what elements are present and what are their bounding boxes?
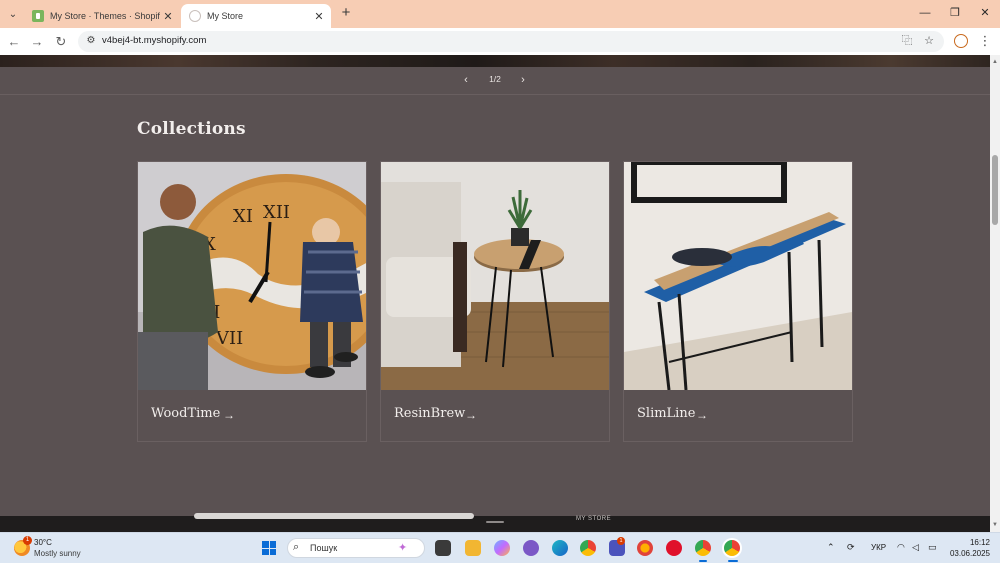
forward-button[interactable]: → xyxy=(28,33,46,51)
collection-card-woodtime[interactable]: XI XII X IX VIII VII WoodTime → xyxy=(137,161,367,442)
drag-handle[interactable] xyxy=(486,521,504,523)
tab-search-button[interactable]: ⌄ xyxy=(4,5,22,23)
collection-card-slimline[interactable]: SlimLine → xyxy=(623,161,853,442)
arrow-right-icon: → xyxy=(696,408,708,422)
search-placeholder: Пошук xyxy=(310,543,338,553)
collection-title[interactable]: WoodTime xyxy=(151,406,220,421)
collection-title[interactable]: ResinBrew xyxy=(394,406,465,421)
search-icon: ⌕ xyxy=(293,541,300,553)
hero-slideshow-image xyxy=(0,55,990,67)
store-footer-bar: MY STORE xyxy=(0,513,990,532)
volume-icon[interactable]: ◁ xyxy=(912,542,919,553)
globe-icon xyxy=(189,10,201,22)
edge-icon[interactable] xyxy=(552,540,568,556)
arrow-right-icon: → xyxy=(223,408,235,422)
windows-taskbar: 1 30°C Mostly sunny ⌕ Пошук ✦ 1 ⌃ ⟳ УКР … xyxy=(0,532,1000,563)
arrow-right-icon: → xyxy=(465,408,477,422)
profile-avatar-icon[interactable] xyxy=(954,34,968,48)
slideshow-controls: ‹ 1/2 › xyxy=(0,67,990,95)
scroll-down-arrow[interactable]: ▼ xyxy=(991,521,999,529)
address-bar[interactable]: ⚙ v4bej4-bt.myshopify.com ⿻ ☆ xyxy=(78,31,944,52)
tab-my-store[interactable]: My Store ✕ xyxy=(181,4,331,28)
copilot-spark-icon: ✦ xyxy=(398,542,408,554)
close-window-button[interactable]: ✕ xyxy=(974,4,996,22)
footer-input-bar[interactable] xyxy=(194,513,474,519)
sync-icon[interactable]: ⟳ xyxy=(847,542,855,553)
viber-icon[interactable] xyxy=(523,540,539,556)
clock-date[interactable]: 03.06.2025 xyxy=(947,549,990,558)
opera-icon[interactable] xyxy=(666,540,682,556)
weather-description[interactable]: Mostly sunny xyxy=(34,549,81,558)
new-tab-button[interactable]: + xyxy=(337,4,355,22)
collection-card-resinbrew[interactable]: ResinBrew → xyxy=(380,161,610,442)
clock-time[interactable]: 16:12 xyxy=(960,538,990,547)
svg-text:XII: XII xyxy=(263,202,290,223)
battery-icon[interactable]: ▭ xyxy=(928,542,937,553)
windows-start-icon[interactable] xyxy=(262,541,276,555)
collection-image-woodtime[interactable]: XI XII X IX VIII VII xyxy=(138,162,366,390)
slide-prev-button[interactable]: ‹ xyxy=(458,72,474,88)
active-app-indicator xyxy=(699,560,707,562)
restore-button[interactable]: ❐ xyxy=(944,4,966,22)
bookmark-star-icon[interactable]: ☆ xyxy=(922,34,936,48)
close-icon[interactable]: ✕ xyxy=(160,10,176,23)
chrome-active-icon[interactable] xyxy=(724,540,740,556)
footer-brand: MY STORE xyxy=(576,516,612,522)
task-view-icon[interactable] xyxy=(435,540,451,556)
collection-image-slimline[interactable] xyxy=(624,162,852,390)
url-text[interactable]: v4bej4-bt.myshopify.com xyxy=(102,35,206,46)
reload-button[interactable]: ↻ xyxy=(52,33,70,51)
site-info-icon[interactable]: ⚙ xyxy=(84,34,98,48)
shopify-icon xyxy=(32,10,44,22)
close-icon[interactable]: ✕ xyxy=(311,10,327,23)
tab-shopify-themes[interactable]: My Store · Themes · Shopify ✕ xyxy=(24,4,180,28)
scroll-up-arrow[interactable]: ▲ xyxy=(991,58,999,66)
slide-next-button[interactable]: › xyxy=(515,72,531,88)
translate-icon[interactable]: ⿻ xyxy=(900,34,914,48)
weather-badge: 1 xyxy=(23,536,32,545)
collection-image-resinbrew[interactable] xyxy=(381,162,609,390)
browser-menu-icon[interactable]: ⋮ xyxy=(978,33,992,49)
chrome-icon[interactable] xyxy=(580,540,596,556)
active-app-indicator xyxy=(728,560,738,562)
weather-temperature[interactable]: 30°C xyxy=(34,538,52,547)
chrome-profile-icon[interactable] xyxy=(695,540,711,556)
minimize-button[interactable]: — xyxy=(914,4,936,22)
collection-title[interactable]: SlimLine xyxy=(637,406,695,421)
copilot-icon[interactable] xyxy=(494,540,510,556)
language-indicator[interactable]: УКР xyxy=(871,543,886,552)
slide-counter: 1/2 xyxy=(489,74,501,84)
firefox-icon[interactable] xyxy=(637,540,653,556)
collections-heading: Collections xyxy=(137,119,246,139)
tab-title: My Store xyxy=(207,11,244,21)
tab-title: My Store · Themes · Shopify xyxy=(50,11,160,21)
file-explorer-icon[interactable] xyxy=(465,540,481,556)
svg-text:VII: VII xyxy=(215,328,243,349)
show-hidden-icons-icon[interactable]: ⌃ xyxy=(827,542,835,553)
page-viewport: ‹ 1/2 › Collections XI XII X IX VIII VII xyxy=(0,55,990,532)
scroll-thumb[interactable] xyxy=(992,155,998,225)
browser-tab-bar: ⌄ My Store · Themes · Shopify ✕ My Store… xyxy=(0,0,1000,28)
svg-text:XI: XI xyxy=(233,206,253,227)
browser-toolbar: ← → ↻ ⚙ v4bej4-bt.myshopify.com ⿻ ☆ ⋮ xyxy=(0,28,1000,55)
page-scrollbar[interactable]: ▲ ▼ xyxy=(990,55,1000,532)
teams-badge: 1 xyxy=(617,537,625,545)
back-button[interactable]: ← xyxy=(5,33,23,51)
taskbar-search[interactable]: ⌕ Пошук ✦ xyxy=(287,538,425,558)
wifi-icon[interactable]: ◠ xyxy=(897,542,905,553)
